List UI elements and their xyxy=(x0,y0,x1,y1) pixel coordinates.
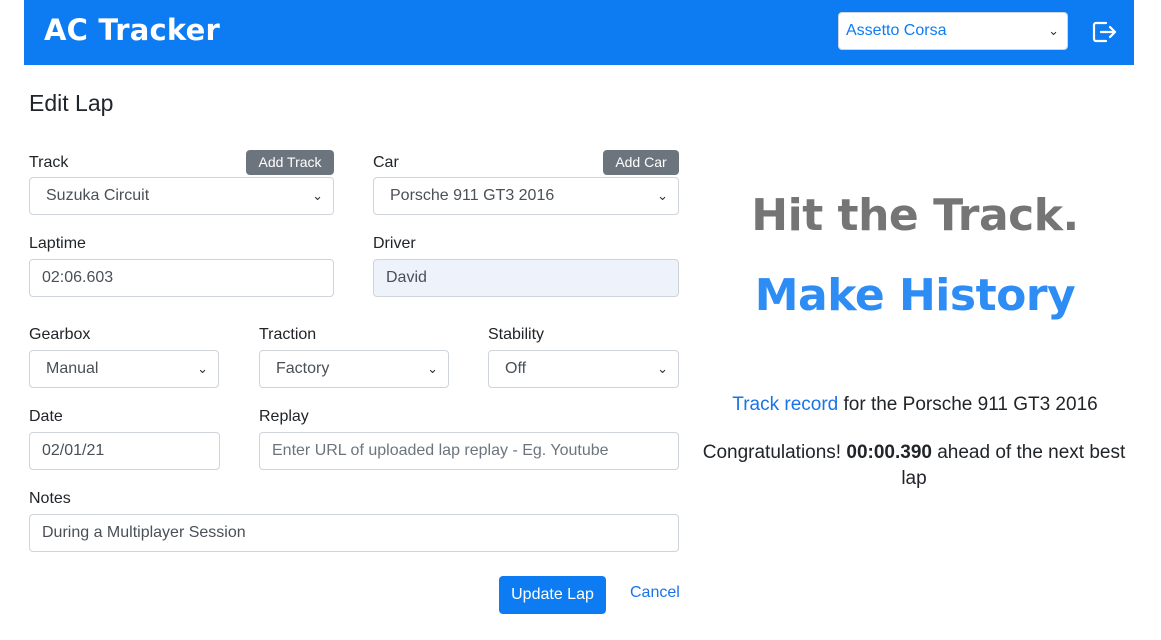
notes-label: Notes xyxy=(29,490,71,507)
chevron-down-icon: ⌄ xyxy=(1048,23,1059,38)
stability-select-value: Off xyxy=(505,360,527,377)
track-record-text: Track record for the Porsche 911 GT3 201… xyxy=(690,394,1140,416)
track-select[interactable]: Suzuka Circuit ⌄ xyxy=(29,177,334,215)
congrats-suffix: ahead of the next best lap xyxy=(901,442,1126,489)
add-car-button[interactable]: Add Car xyxy=(603,150,679,175)
replay-label: Replay xyxy=(259,408,309,425)
laptime-input[interactable]: 02:06.603 xyxy=(29,259,334,297)
track-record-link[interactable]: Track record xyxy=(732,394,838,415)
traction-label: Traction xyxy=(259,326,317,343)
brand-logo[interactable]: AC Tracker xyxy=(44,13,220,47)
cancel-link[interactable]: Cancel xyxy=(630,584,680,602)
add-track-button[interactable]: Add Track xyxy=(246,150,334,175)
car-label: Car xyxy=(373,154,399,171)
chevron-down-icon: ⌄ xyxy=(657,188,668,203)
logout-icon[interactable] xyxy=(1090,18,1118,46)
gearbox-select[interactable]: Manual ⌄ xyxy=(29,350,219,388)
game-select-value: Assetto Corsa xyxy=(846,22,947,39)
traction-select[interactable]: Factory ⌄ xyxy=(259,350,449,388)
gearbox-label: Gearbox xyxy=(29,326,91,343)
chevron-down-icon: ⌄ xyxy=(657,361,668,376)
traction-select-value: Factory xyxy=(276,360,330,377)
page-title: Edit Lap xyxy=(29,90,114,116)
hero-heading-1: Hit the Track. xyxy=(751,190,1079,241)
congrats-time: 00:00.390 xyxy=(846,442,932,463)
laptime-label: Laptime xyxy=(29,235,86,252)
congratulations-text: Congratulations! 00:00.390 ahead of the … xyxy=(700,440,1128,492)
replay-input[interactable]: Enter URL of uploaded lap replay - Eg. Y… xyxy=(259,432,679,470)
stability-label: Stability xyxy=(488,326,545,343)
chevron-down-icon: ⌄ xyxy=(312,188,323,203)
date-label: Date xyxy=(29,408,63,425)
driver-label: Driver xyxy=(373,235,416,252)
driver-input[interactable]: David xyxy=(373,259,679,297)
chevron-down-icon: ⌄ xyxy=(197,361,208,376)
hero-heading-2: Make History xyxy=(754,270,1076,321)
notes-input[interactable]: During a Multiplayer Session xyxy=(29,514,679,552)
navbar: AC Tracker Assetto Corsa ⌄ xyxy=(24,0,1134,65)
congrats-prefix: Congratulations! xyxy=(702,442,847,463)
car-select-value: Porsche 911 GT3 2016 xyxy=(390,187,555,204)
track-select-value: Suzuka Circuit xyxy=(46,187,150,204)
car-select[interactable]: Porsche 911 GT3 2016 ⌄ xyxy=(373,177,679,215)
date-input[interactable]: 02/01/21 xyxy=(29,432,220,470)
stability-select[interactable]: Off ⌄ xyxy=(488,350,679,388)
gearbox-select-value: Manual xyxy=(46,360,99,377)
game-select[interactable]: Assetto Corsa ⌄ xyxy=(838,12,1068,50)
track-record-rest: for the Porsche 911 GT3 2016 xyxy=(838,394,1098,415)
track-label: Track xyxy=(29,154,69,171)
chevron-down-icon: ⌄ xyxy=(427,361,438,376)
update-lap-button[interactable]: Update Lap xyxy=(499,576,606,614)
